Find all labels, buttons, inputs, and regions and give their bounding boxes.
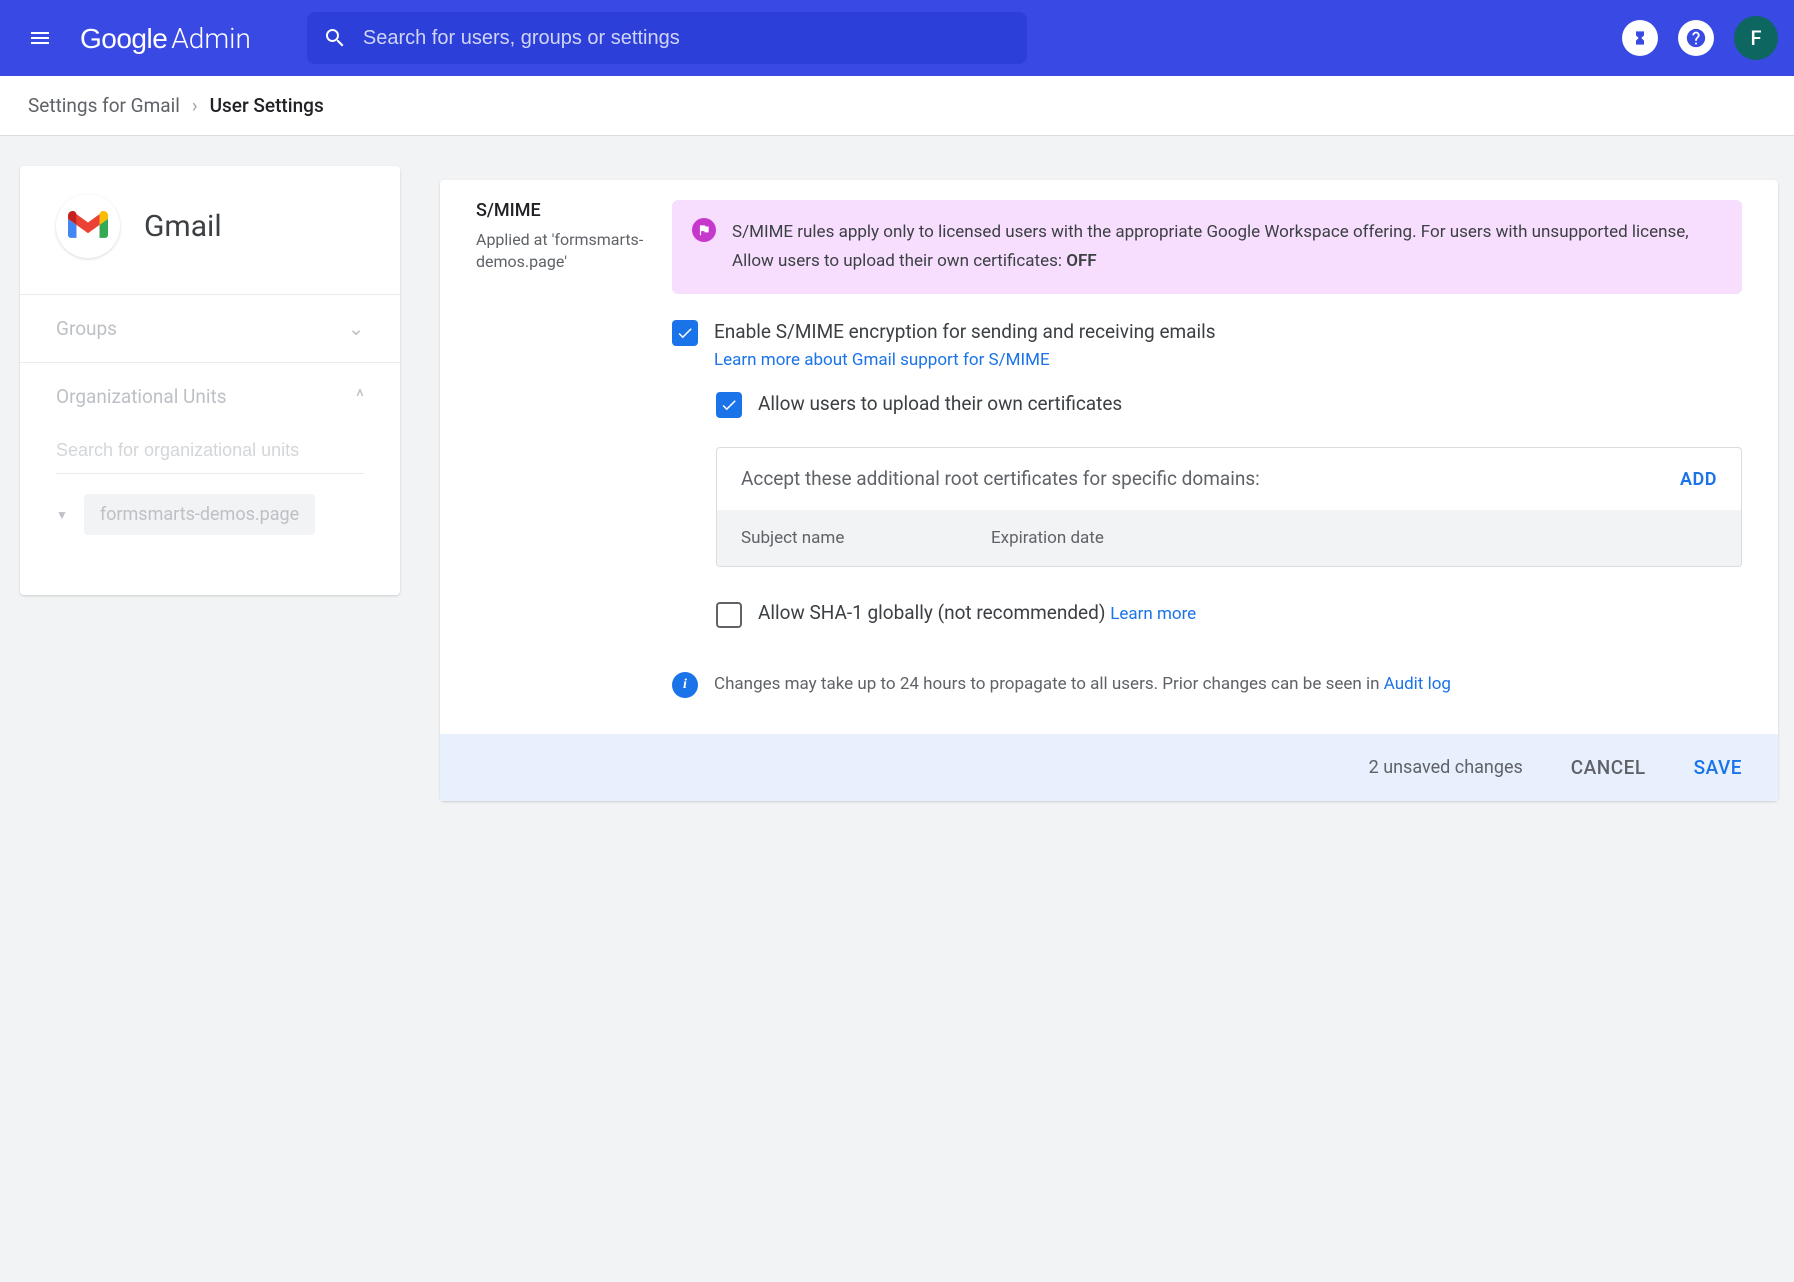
cert-col-subject: Subject name [741,528,951,548]
applied-at: Applied at 'formsmarts-demos.page' [476,229,656,274]
help-icon [1685,27,1707,49]
org-unit-item[interactable]: ▼ formsmarts-demos.page [56,494,364,535]
section-title: S/MIME [476,200,656,221]
info-text: Changes may take up to 24 hours to propa… [714,674,1384,694]
breadcrumb-parent[interactable]: Settings for Gmail [28,94,180,117]
settings-card: S/MIME Applied at 'formsmarts-demos.page… [440,180,1778,801]
breadcrumb-current: User Settings [210,94,324,117]
logo[interactable]: Google Admin [80,22,251,55]
org-unit-chip: formsmarts-demos.page [84,494,315,535]
audit-log-link[interactable]: Audit log [1384,674,1451,694]
enable-smime-label: Enable S/MIME encryption for sending and… [714,318,1216,347]
chevron-right-icon: › [192,94,198,117]
check-icon [720,396,738,414]
upload-certs-checkbox[interactable] [716,392,742,418]
notice-text: S/MIME rules apply only to licensed user… [732,222,1689,271]
search-icon [323,26,347,50]
search-input[interactable] [363,27,1011,50]
app-header: Google Admin F [0,0,1794,76]
menu-button[interactable] [16,14,64,62]
root-certs-table: Accept these additional root certificate… [716,447,1742,568]
sha1-label: Allow SHA-1 globally (not recommended) [758,601,1110,624]
notice-bold: OFF [1066,251,1096,271]
upload-certs-label: Allow users to upload their own certific… [758,390,1122,419]
flag-icon [692,218,716,242]
org-units-collapsible[interactable]: Organizational Units ^ [20,362,400,430]
sha1-row: Allow SHA-1 globally (not recommended) L… [716,599,1742,628]
menu-icon [28,26,52,50]
sidebar-title: Gmail [144,209,222,244]
search-bar[interactable] [307,12,1027,64]
org-units-label: Organizational Units [56,385,227,408]
unsaved-changes-label: 2 unsaved changes [1369,757,1523,778]
caret-down-icon: ▼ [56,508,68,522]
enable-smime-checkbox[interactable] [672,320,698,346]
info-icon: i [672,672,698,698]
cancel-button[interactable]: CANCEL [1571,756,1646,779]
save-button[interactable]: SAVE [1694,756,1742,779]
google-logo-text: Google [80,23,167,55]
propagation-info: i Changes may take up to 24 hours to pro… [672,672,1742,698]
groups-label: Groups [56,317,117,340]
add-cert-button[interactable]: ADD [1680,469,1717,490]
avatar-initial: F [1750,26,1761,50]
groups-collapsible[interactable]: Groups ⌄ [20,294,400,362]
org-search-input[interactable] [56,440,364,461]
check-icon [676,324,694,342]
chevron-up-icon: ^ [356,385,364,408]
help-button[interactable] [1678,20,1714,56]
org-search [56,440,364,474]
cert-table-columns: Subject name Expiration date [717,510,1741,566]
enable-learn-more-link[interactable]: Learn more about Gmail support for S/MIM… [714,350,1050,370]
hourglass-button[interactable] [1622,20,1658,56]
breadcrumb: Settings for Gmail › User Settings [0,76,1794,136]
sha1-checkbox[interactable] [716,602,742,628]
sha1-learn-more-link[interactable]: Learn more [1110,604,1196,624]
cert-col-expiration: Expiration date [991,528,1104,548]
hourglass-icon [1632,28,1648,48]
gmail-icon [56,194,120,258]
chevron-down-icon: ⌄ [348,317,364,340]
avatar[interactable]: F [1734,16,1778,60]
enable-smime-row: Enable S/MIME encryption for sending and… [672,318,1742,371]
license-notice: S/MIME rules apply only to licensed user… [672,200,1742,294]
cert-table-header: Accept these additional root certificate… [741,466,1260,493]
upload-certs-row: Allow users to upload their own certific… [716,390,1742,419]
card-footer: 2 unsaved changes CANCEL SAVE [440,734,1778,801]
sidebar-card: Gmail Groups ⌄ Organizational Units ^ ▼ … [20,166,400,595]
admin-label: Admin [171,22,251,55]
